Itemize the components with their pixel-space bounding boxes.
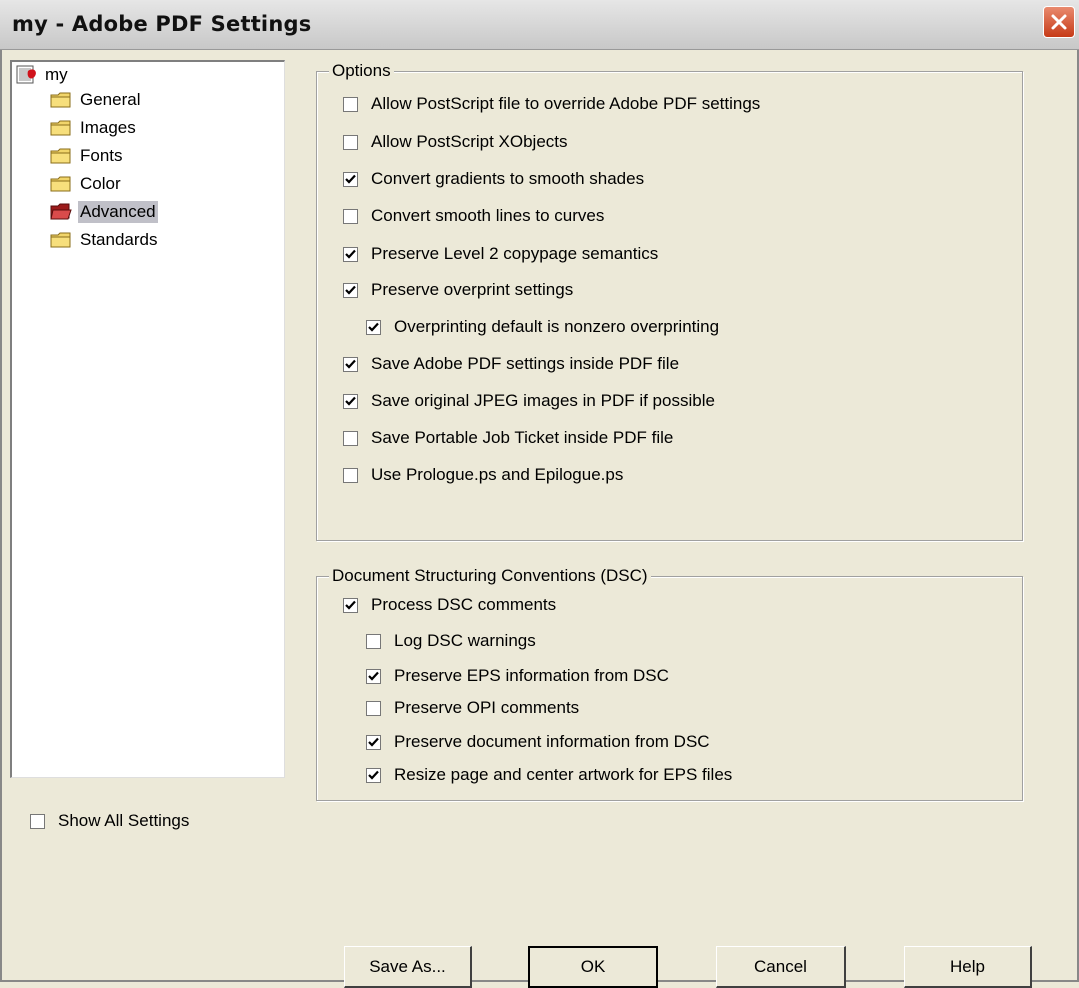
checkmark-icon [368,671,379,681]
tree-root[interactable]: my [16,64,68,86]
checkbox-label: Save original JPEG images in PDF if poss… [371,391,715,410]
tree-item-label: Images [80,118,136,137]
checkbox-label: Preserve document information from DSC [394,732,710,751]
options-legend: Options [329,61,394,81]
folder-icon [50,176,71,192]
checkbox-label: Allow PostScript XObjects [371,132,568,151]
window-title: my - Adobe PDF Settings [12,12,312,36]
checkbox-save-original-jpeg[interactable]: Save original JPEG images in PDF if poss… [343,390,715,412]
dsc-legend: Document Structuring Conventions (DSC) [329,566,651,586]
title-bar: my - Adobe PDF Settings [0,0,1079,50]
checkbox-allow-postscript-override[interactable]: Allow PostScript file to override Adobe … [343,93,760,115]
checkbox-label: Preserve overprint settings [371,280,574,299]
cancel-button-label: Cancel [754,956,807,976]
checkbox-label: Preserve Level 2 copypage semantics [371,244,659,263]
checkmark-icon [345,285,356,295]
checkmark-icon [345,174,356,184]
checkbox-preserve-copypage[interactable]: Preserve Level 2 copypage semantics [343,243,658,265]
checkbox-save-settings-inside-pdf[interactable]: Save Adobe PDF settings inside PDF file [343,353,679,375]
tree-item-label: Color [80,174,121,193]
folder-icon [50,120,71,136]
checkbox[interactable] [366,767,381,783]
checkbox-show-all-settings[interactable]: Show All Settings [30,810,189,832]
checkbox[interactable] [343,246,358,262]
checkbox-label: Resize page and center artwork for EPS f… [394,765,733,784]
checkbox-label: Save Adobe PDF settings inside PDF file [371,354,680,373]
checkbox-label: Save Portable Job Ticket inside PDF file [371,428,674,447]
checkbox-preserve-opi[interactable]: Preserve OPI comments [366,697,579,719]
checkbox[interactable] [343,393,358,409]
checkmark-icon [345,359,356,369]
checkbox[interactable] [366,668,381,684]
tree-item-images[interactable]: Images [50,116,138,140]
checkbox-label: Preserve OPI comments [394,698,580,717]
tree-item-label: Advanced [78,201,158,223]
checkbox-label: Convert gradients to smooth shades [371,169,645,188]
open-folder-icon [50,203,72,220]
checkmark-icon [368,737,379,747]
checkbox[interactable] [30,813,45,829]
checkbox-use-prologue-epilogue[interactable]: Use Prologue.ps and Epilogue.ps [343,464,623,486]
checkbox-label: Log DSC warnings [394,631,536,650]
tree-item-label: Fonts [80,146,123,165]
checkbox-resize-page-eps[interactable]: Resize page and center artwork for EPS f… [366,764,732,786]
checkbox-label: Show All Settings [58,811,190,830]
checkbox-log-dsc-warnings[interactable]: Log DSC warnings [366,630,536,652]
tree-item-advanced[interactable]: Advanced [50,200,158,224]
settings-tree[interactable]: my General Images Fonts Color Advanced S… [10,60,285,778]
close-button[interactable] [1043,6,1075,38]
tree-root-label: my [45,65,68,84]
checkbox-label: Preserve EPS information from DSC [394,666,669,685]
pdf-settings-icon [16,65,36,84]
checkbox[interactable] [343,208,358,224]
checkbox[interactable] [366,700,381,716]
checkbox[interactable] [343,467,358,483]
folder-icon [50,232,71,248]
save-as-button-label: Save As... [369,956,446,976]
checkmark-icon [368,322,379,332]
tree-item-label: Standards [80,230,158,249]
checkbox[interactable] [343,430,358,446]
tree-item-label: General [80,90,141,109]
checkmark-icon [345,396,356,406]
checkbox-label: Allow PostScript file to override Adobe … [371,94,761,113]
checkbox[interactable] [366,633,381,649]
tree-item-general[interactable]: General [50,88,142,112]
checkbox[interactable] [366,734,381,750]
checkbox[interactable] [343,96,358,112]
checkbox-process-dsc[interactable]: Process DSC comments [343,594,556,616]
checkbox[interactable] [343,134,358,150]
checkmark-icon [345,600,356,610]
checkbox-label: Convert smooth lines to curves [371,206,605,225]
folder-icon [50,148,71,164]
checkmark-icon [368,770,379,780]
checkbox-label: Overprinting default is nonzero overprin… [394,317,720,336]
tree-item-fonts[interactable]: Fonts [50,144,125,168]
checkbox-label: Use Prologue.ps and Epilogue.ps [371,465,624,484]
ok-button-label: OK [580,957,606,976]
checkbox-overprinting-nonzero[interactable]: Overprinting default is nonzero overprin… [366,316,719,338]
checkbox-save-job-ticket[interactable]: Save Portable Job Ticket inside PDF file [343,427,673,449]
checkmark-icon [345,249,356,259]
help-button-label: Help [950,956,985,976]
checkbox-preserve-overprint[interactable]: Preserve overprint settings [343,279,573,301]
checkbox[interactable] [343,171,358,187]
checkbox-convert-gradients[interactable]: Convert gradients to smooth shades [343,168,644,190]
checkbox-allow-postscript-xobjects[interactable]: Allow PostScript XObjects [343,131,568,153]
checkbox[interactable] [343,356,358,372]
tree-item-standards[interactable]: Standards [50,228,160,252]
checkbox-label: Process DSC comments [371,595,557,614]
close-icon [1051,14,1067,30]
checkbox-preserve-eps-info[interactable]: Preserve EPS information from DSC [366,665,669,687]
checkbox[interactable] [366,319,381,335]
checkbox-convert-smooth-lines[interactable]: Convert smooth lines to curves [343,205,604,227]
checkbox[interactable] [343,282,358,298]
tree-item-color[interactable]: Color [50,172,123,196]
folder-icon [50,92,71,108]
checkbox[interactable] [343,597,358,613]
checkbox-preserve-document-info[interactable]: Preserve document information from DSC [366,731,710,753]
